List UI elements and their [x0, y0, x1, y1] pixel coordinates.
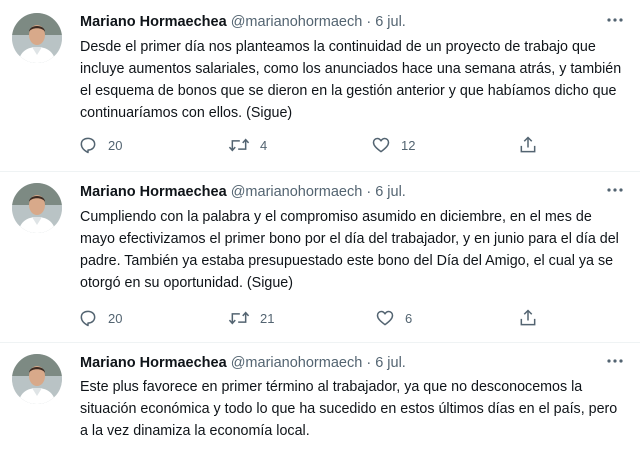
- more-options-icon[interactable]: [604, 10, 626, 30]
- reply-count: 20: [108, 137, 123, 153]
- like-count: 6: [405, 310, 413, 326]
- more-options-icon[interactable]: [604, 351, 626, 371]
- retweet-count: 4: [260, 137, 268, 153]
- separator-dot: ·: [366, 184, 372, 200]
- avatar-photo: [12, 183, 62, 233]
- tweet-text: Cumpliendo con la palabra y el compromis…: [80, 209, 619, 291]
- reply-button[interactable]: 20: [78, 306, 122, 330]
- share-icon: [520, 309, 536, 326]
- tweet-header: Mariano Hormaechea @marianohormaech · 6 …: [80, 353, 600, 373]
- ellipsis-icon: [607, 359, 623, 363]
- avatar-photo: [12, 354, 62, 404]
- retweet-button[interactable]: 4: [228, 133, 267, 157]
- reply-icon: [80, 310, 96, 327]
- share-button[interactable]: [518, 133, 538, 157]
- heart-icon: [376, 310, 394, 326]
- retweet-icon: [228, 311, 250, 325]
- tweet-thread: Mariano Hormaechea @marianohormaech · 6 …: [0, 0, 640, 457]
- avatar[interactable]: [12, 183, 62, 233]
- author-name[interactable]: Mariano Hormaechea: [80, 184, 227, 200]
- avatar-photo: [12, 13, 62, 63]
- tweet-text: Desde el primer día nos planteamos la co…: [80, 39, 622, 121]
- reply-button[interactable]: 20: [78, 133, 122, 157]
- author-name[interactable]: Mariano Hormaechea: [80, 14, 227, 30]
- tweet-text: Este plus favorece en primer término al …: [80, 379, 618, 439]
- avatar[interactable]: [12, 354, 62, 404]
- ellipsis-icon: [607, 18, 623, 22]
- tweet-timestamp[interactable]: 6 jul.: [375, 14, 406, 30]
- separator-dot: ·: [366, 14, 372, 30]
- author-handle[interactable]: @marianohormaech: [231, 355, 363, 371]
- retweet-button[interactable]: 21: [228, 306, 274, 330]
- author-handle[interactable]: @marianohormaech: [231, 184, 363, 200]
- separator-dot: ·: [366, 355, 372, 371]
- avatar[interactable]: [12, 13, 62, 63]
- ellipsis-icon: [607, 188, 623, 192]
- tweet-actions: 20 21 6: [78, 306, 548, 330]
- like-button[interactable]: 12: [371, 133, 415, 157]
- author-name[interactable]: Mariano Hormaechea: [80, 355, 227, 371]
- retweet-icon: [228, 138, 250, 152]
- share-button[interactable]: [518, 306, 538, 330]
- heart-icon: [372, 137, 390, 153]
- tweet-header: Mariano Hormaechea @marianohormaech · 6 …: [80, 182, 600, 202]
- tweet-timestamp[interactable]: 6 jul.: [375, 355, 406, 371]
- retweet-count: 21: [260, 310, 275, 326]
- more-options-icon[interactable]: [604, 180, 626, 200]
- tweet-divider: [0, 171, 640, 172]
- tweet-header: Mariano Hormaechea @marianohormaech · 6 …: [80, 12, 600, 32]
- tweet-timestamp[interactable]: 6 jul.: [375, 184, 406, 200]
- like-button[interactable]: 6: [375, 306, 412, 330]
- author-handle[interactable]: @marianohormaech: [231, 14, 363, 30]
- like-count: 12: [401, 137, 416, 153]
- reply-count: 20: [108, 310, 123, 326]
- tweet-divider: [0, 342, 640, 343]
- tweet-actions: 20 4 12: [78, 133, 548, 157]
- share-icon: [520, 136, 536, 153]
- reply-icon: [80, 137, 96, 154]
